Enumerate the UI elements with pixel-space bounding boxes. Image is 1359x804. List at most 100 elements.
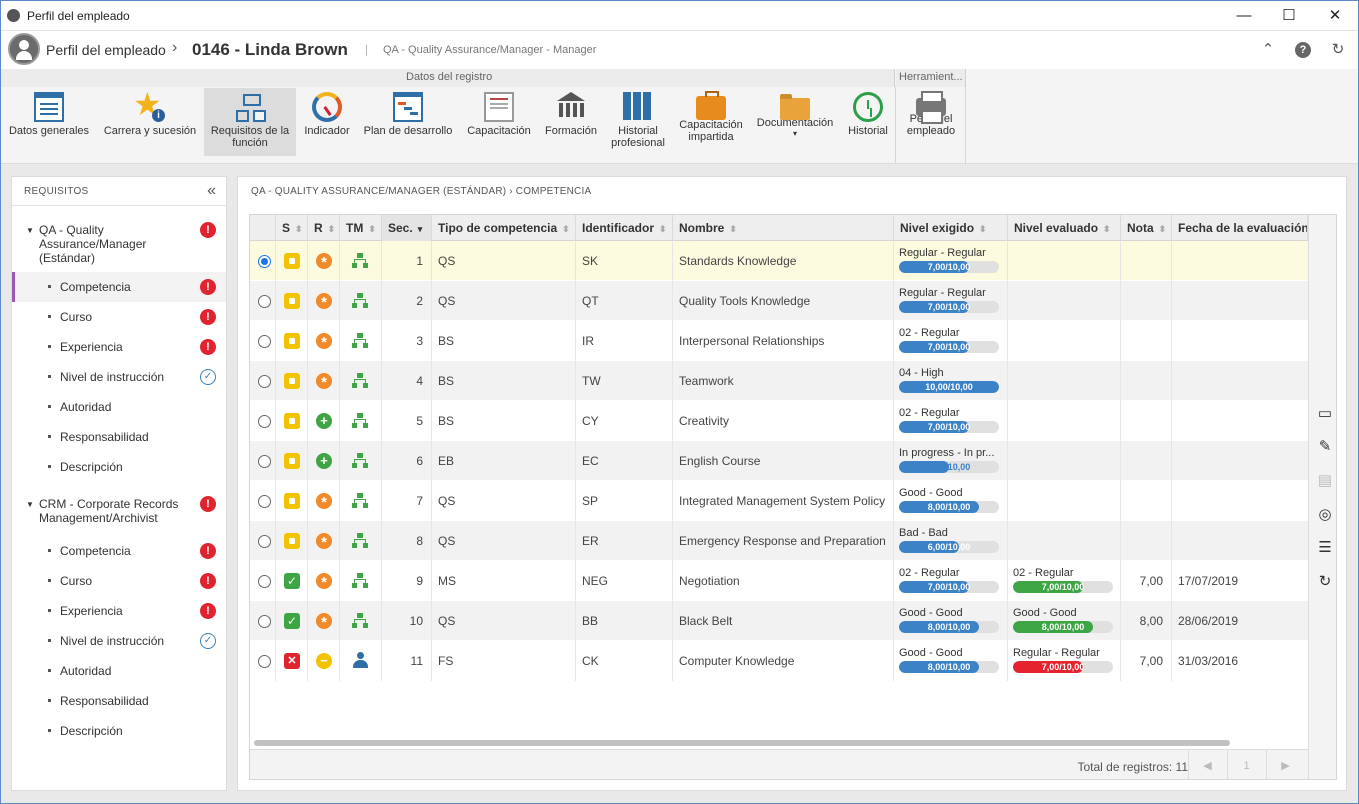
level-bar: 7,00/10,00 <box>899 421 999 433</box>
identifier-cell: SK <box>576 241 673 281</box>
table-row[interactable]: * 4 BS TW Teamwork 04 - High 10,00/10,00 <box>250 361 1308 401</box>
row-select-radio[interactable] <box>258 295 271 308</box>
ribbon-button-documentacion[interactable]: Documentación ▾ <box>754 88 836 156</box>
level-bar-value: 8,00/10,00 <box>927 622 971 632</box>
column-header-6[interactable]: Identificador ⬍ <box>576 215 673 241</box>
table-row[interactable]: * 3 BS IR Interpersonal Relationships 02 - Re… <box>250 321 1308 361</box>
table-row[interactable]: * 2 QS QT Quality Tools Knowledge Regular - R… <box>250 281 1308 321</box>
tree-group-1[interactable]: ▼ QA - Quality Assurance/Manager (Estánda… <box>12 222 226 266</box>
collapse-header-icon[interactable]: ⌃ <box>1258 40 1278 60</box>
table-row[interactable]: +5 BS CY Creativity 02 - Regular 7,00/10,00 <box>250 401 1308 441</box>
refresh-icon[interactable]: ↻ <box>1315 572 1335 592</box>
sort-icon[interactable]: ⬍ <box>1159 224 1167 234</box>
row-select-radio[interactable] <box>258 615 271 628</box>
sort-icon[interactable]: ⬍ <box>328 224 336 234</box>
page-number[interactable]: 1 <box>1227 750 1265 779</box>
table-row[interactable]: ✓ * 9 MS NEG Negotiation 02 - Regular 7,00/10,0… <box>250 561 1308 601</box>
bullet <box>48 639 51 642</box>
sort-icon[interactable]: ⬍ <box>979 224 987 234</box>
bullet <box>48 549 51 552</box>
tree-item-curso[interactable]: Curso! <box>12 566 226 596</box>
row-select-radio[interactable] <box>258 375 271 388</box>
tree-item-competencia[interactable]: Competencia! <box>12 536 226 566</box>
sort-icon[interactable]: ⬍ <box>729 224 737 234</box>
table-row[interactable]: ✓ * 10 QS BB Black Belt Good - Good 8,00/10,00 G… <box>250 601 1308 641</box>
table-row[interactable]: ✕ − 11 FS CK Computer Knowledge Good - Good 8,0… <box>250 641 1308 681</box>
tree-item-autoridad[interactable]: Autoridad <box>12 656 226 686</box>
tree-item-responsabilidad[interactable]: Responsabilidad <box>12 422 226 452</box>
column-header-5[interactable]: Tipo de competencia ⬍ <box>432 215 576 241</box>
tree-item-descripci-n[interactable]: Descripción <box>12 716 226 746</box>
tree-group-2[interactable]: ▼ CRM - Corporate Records Management/Arch… <box>12 496 226 540</box>
table-row[interactable]: * 8 QS ER Emergency Response and Preparation… <box>250 521 1308 561</box>
column-header-3[interactable]: TM ⬍ <box>340 215 382 241</box>
column-header-7[interactable]: Nombre ⬍ <box>673 215 894 241</box>
tree-item-nivel-de-instrucci-n[interactable]: Nivel de instrucción ✓ <box>12 362 226 392</box>
row-select-radio[interactable] <box>258 535 271 548</box>
tree-item-experiencia[interactable]: Experiencia! <box>12 596 226 626</box>
horizontal-scrollbar[interactable] <box>254 740 1230 746</box>
table-row[interactable]: * 7 QS SP Integrated Management System Polic… <box>250 481 1308 521</box>
sequence-cell: 9 <box>382 561 432 601</box>
collapse-panel-icon[interactable]: « <box>207 182 216 200</box>
tree-item-descripci-n[interactable]: Descripción <box>12 452 226 482</box>
row-select-radio[interactable] <box>258 455 271 468</box>
column-header-11[interactable]: Fecha de la evaluación <box>1172 215 1308 241</box>
sort-icon[interactable]: ⬍ <box>295 224 303 234</box>
tree-item-curso[interactable]: Curso! <box>12 302 226 332</box>
evaluate-badge-icon[interactable]: ✎ <box>1315 437 1335 457</box>
ribbon-button-historial-profesional[interactable]: Historial profesional <box>608 88 668 156</box>
list-icon[interactable]: ☰ <box>1315 538 1335 558</box>
level-bar-value: 8,00/10,00 <box>1041 622 1085 632</box>
certificate-disabled-icon[interactable]: ▤ <box>1315 471 1335 491</box>
table-row[interactable]: +6 EB EC English Course In progress - In pr.… <box>250 441 1308 481</box>
ribbon-button-plan[interactable]: Plan de desarrollo <box>360 88 456 156</box>
expand-triangle-icon[interactable]: ▼ <box>26 500 34 509</box>
column-header-1[interactable]: S ⬍ <box>276 215 308 241</box>
ribbon-button-carrera[interactable]: Carrera y sucesión <box>100 86 200 156</box>
column-header-8[interactable]: Nivel exigido ⬍ <box>894 215 1008 241</box>
tree-item-competencia[interactable]: Competencia! <box>12 272 226 302</box>
tree-item-experiencia[interactable]: Experiencia! <box>12 332 226 362</box>
ribbon-button-capacitacion-impartida[interactable]: Capacitación impartida <box>676 88 746 156</box>
level-bar-value: 7,00/10,00 <box>927 262 971 272</box>
view-details-icon[interactable]: ▭ <box>1315 404 1335 424</box>
help-icon[interactable]: ? <box>1295 42 1311 58</box>
row-select-radio[interactable] <box>258 655 271 668</box>
sort-icon[interactable]: ⬍ <box>659 224 667 234</box>
bullet <box>48 465 51 468</box>
row-select-radio[interactable] <box>258 335 271 348</box>
ribbon-button-historial[interactable]: Historial <box>843 88 893 156</box>
sort-icon[interactable]: ⬍ <box>1103 224 1111 234</box>
tree-item-responsabilidad[interactable]: Responsabilidad <box>12 686 226 716</box>
tree-item-nivel-de-instrucci-n[interactable]: Nivel de instrucción ✓ <box>12 626 226 656</box>
sorted-desc-icon[interactable]: ▾ <box>418 224 423 234</box>
column-header-9[interactable]: Nivel evaluado ⬍ <box>1008 215 1121 241</box>
row-select-radio[interactable] <box>258 415 271 428</box>
next-page-button[interactable]: ▶ <box>1266 750 1304 779</box>
sort-icon[interactable]: ⬍ <box>368 224 376 234</box>
ribbon-button-requisitos[interactable]: Requisitos de la función <box>204 88 296 156</box>
column-header-10[interactable]: Nota ⬍ <box>1121 215 1172 241</box>
table-row[interactable]: * 1 QS SK Standards Knowledge Regular - Regul… <box>250 241 1308 281</box>
prev-page-button[interactable]: ◀ <box>1188 750 1226 779</box>
column-header-2[interactable]: R ⬍ <box>308 215 340 241</box>
minimize-button[interactable]: — <box>1221 0 1267 31</box>
close-button[interactable]: ✕ <box>1312 0 1358 31</box>
sort-icon[interactable]: ⬍ <box>562 224 570 234</box>
row-select-radio[interactable] <box>258 575 271 588</box>
s-status-cell <box>276 521 308 561</box>
ribbon-button-datos-generales[interactable]: Datos generales <box>4 88 94 156</box>
column-header-4[interactable]: Sec. ▾ <box>382 215 432 241</box>
maximize-button[interactable]: ☐ <box>1266 0 1312 31</box>
row-select-radio[interactable] <box>258 495 271 508</box>
refresh-icon[interactable]: ↻ <box>1328 40 1348 60</box>
ribbon-button-indicador[interactable]: Indicador <box>300 88 354 156</box>
ribbon-button-capacitacion[interactable]: Capacitación <box>462 88 536 156</box>
ribbon-button-perfil[interactable]: Perfil del empleado <box>901 88 961 156</box>
ribbon-button-formacion[interactable]: Formación <box>541 88 601 156</box>
expand-triangle-icon[interactable]: ▼ <box>26 226 34 235</box>
tree-item-autoridad[interactable]: Autoridad <box>12 392 226 422</box>
row-select-radio[interactable] <box>258 255 271 268</box>
target-icon[interactable]: ◎ <box>1315 505 1335 525</box>
